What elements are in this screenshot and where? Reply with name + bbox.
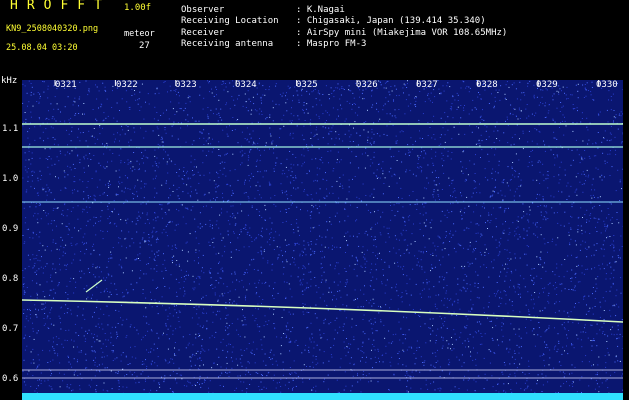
x-tick-0325: 0325 xyxy=(296,80,318,90)
meteor-echo xyxy=(85,279,103,293)
y-tick-0-7: 0.7 xyxy=(2,324,19,334)
meta-value-observer: : K.Nagai xyxy=(296,5,345,15)
x-tick-0322: 0322 xyxy=(116,80,138,90)
x-tick-0323: 0323 xyxy=(175,80,197,90)
x-tick-0329: 0329 xyxy=(536,80,558,90)
x-tick-0324: 0324 xyxy=(235,80,257,90)
y-tick-0-9: 0.9 xyxy=(2,224,19,234)
signal-level-bar xyxy=(22,393,623,400)
x-tick-0327: 0327 xyxy=(416,80,438,90)
y-axis-unit: kHz xyxy=(1,76,18,86)
meta-key-location: Receiving Location xyxy=(181,16,279,26)
meteor-count: 27 xyxy=(139,41,150,51)
y-tick-1-1: 1.1 xyxy=(2,124,19,134)
meta-value-location: : Chigasaki, Japan (139.414 35.340) xyxy=(296,16,486,26)
drifting-carrier-line xyxy=(22,299,623,323)
x-tick-0330: 0330 xyxy=(596,80,618,90)
meta-key-antenna: Receiving antenna xyxy=(181,39,274,49)
y-tick-1-0: 1.0 xyxy=(2,174,19,184)
meta-key-observer: Observer xyxy=(181,5,225,15)
meteor-label: meteor xyxy=(124,29,155,39)
header-panel: HROFFT 1.00f KN9_2508040320.png 25.08.04… xyxy=(0,0,629,78)
app-title: HROFFT xyxy=(10,0,111,13)
spectrogram-canvas xyxy=(22,80,623,393)
version-label: 1.00f xyxy=(124,3,152,13)
file-name: KN9_2508040320.png xyxy=(6,24,99,34)
meta-value-antenna: : Maspro FM-3 xyxy=(296,39,367,49)
meta-key-receiver: Receiver xyxy=(181,28,225,38)
meta-value-receiver: : AirSpy mini (Miakejima VOR 108.65MHz) xyxy=(296,28,508,38)
spectrogram-plot xyxy=(22,80,623,393)
x-tick-0321: 0321 xyxy=(55,80,77,90)
date-time: 25.08.04 03:20 xyxy=(6,43,78,53)
x-tick-0326: 0326 xyxy=(356,80,378,90)
y-tick-0-8: 0.8 xyxy=(2,274,19,284)
y-tick-0-6: 0.6 xyxy=(2,374,19,384)
x-tick-0328: 0328 xyxy=(476,80,498,90)
